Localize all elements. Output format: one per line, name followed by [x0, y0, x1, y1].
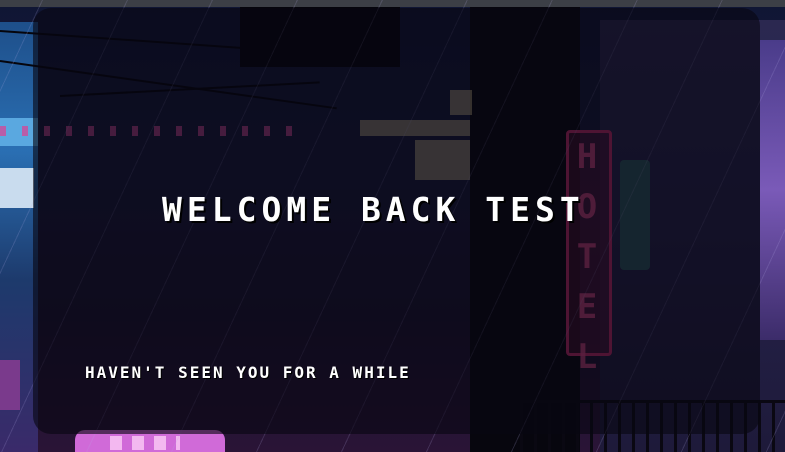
left-pink-panel: [0, 360, 20, 410]
left-billboard: [0, 168, 34, 208]
window-top-strip: [0, 0, 785, 7]
welcome-title: WELCOME BACK TEST: [162, 190, 585, 229]
app-window: HOTEL WELCOME BACK TEST HAVEN'T SEEN YOU…: [0, 0, 785, 452]
bottom-neon-dots: [110, 436, 180, 450]
welcome-subtitle: HAVEN'T SEEN YOU FOR A WHILE: [85, 363, 411, 382]
right-edge-building: [760, 40, 785, 340]
